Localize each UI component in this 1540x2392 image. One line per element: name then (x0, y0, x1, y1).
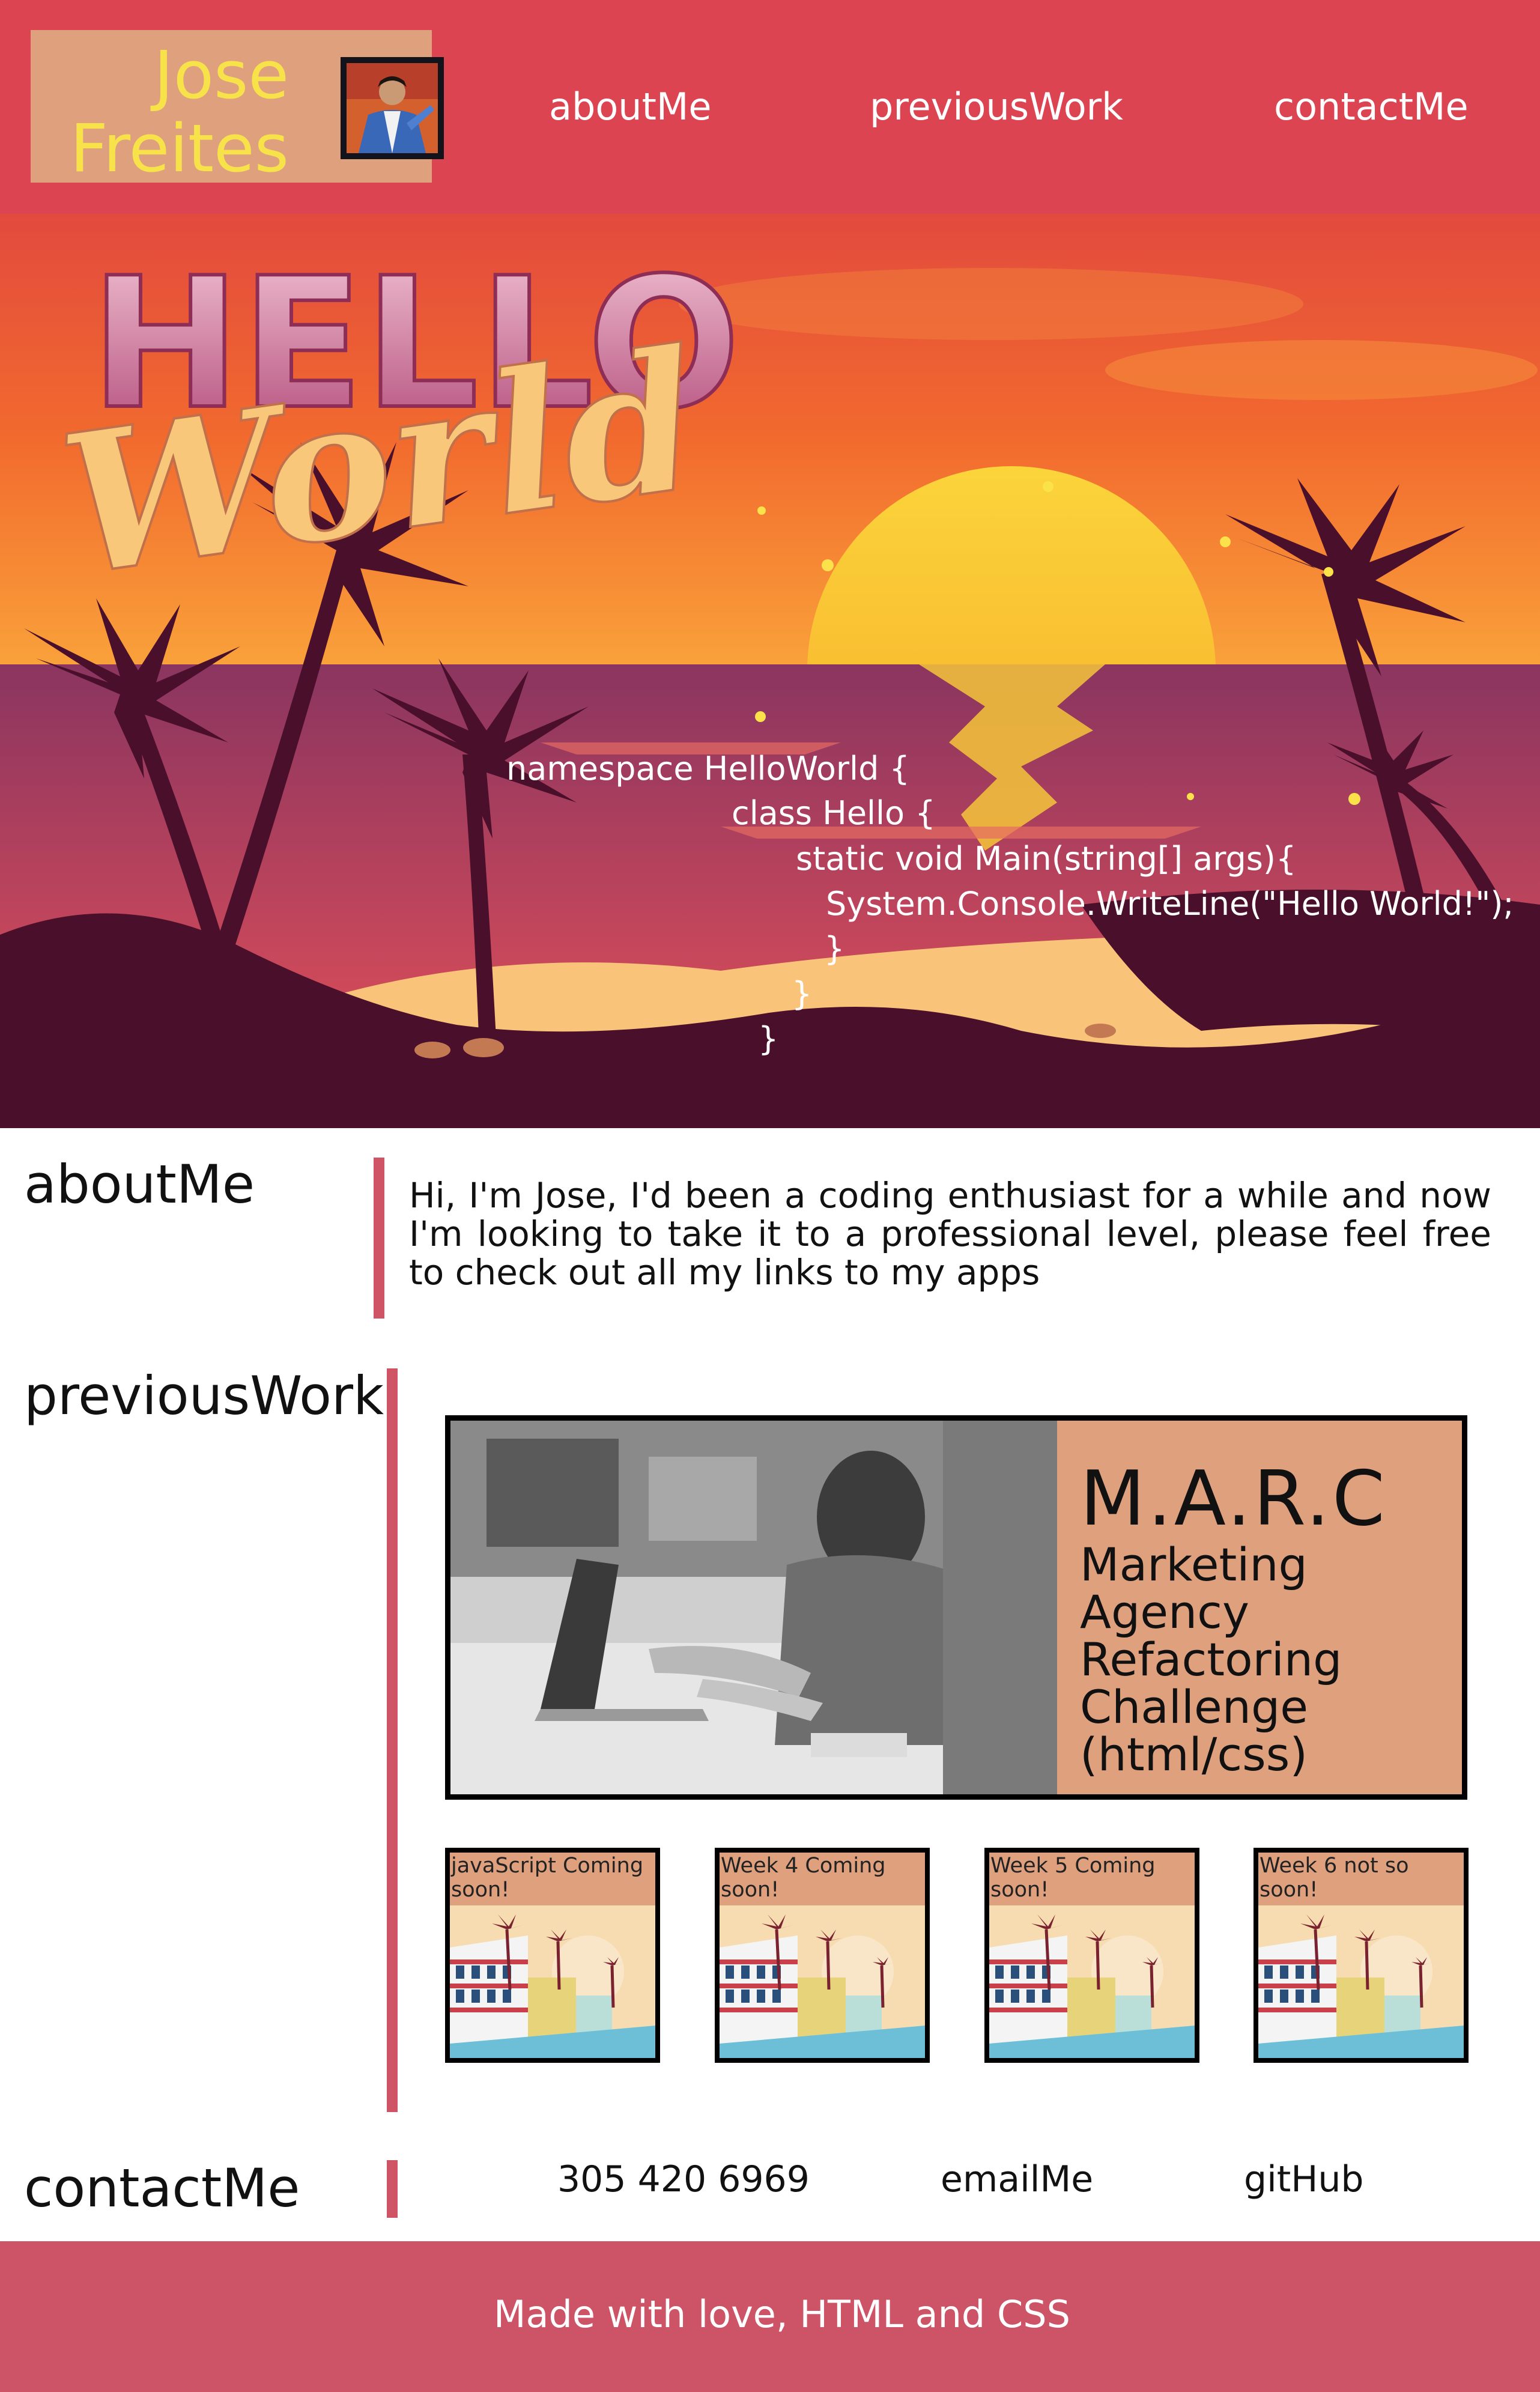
project-card-week-6[interactable]: Week 6 not so soon! (1254, 1848, 1469, 2063)
previous-work-title: previousWork (24, 1365, 384, 1427)
card-label: Week 4 Coming soon! (721, 1854, 886, 1902)
project-info-panel: M.A.R.C Marketing Agency Refactoring Cha… (1057, 1421, 1462, 1794)
contact-me-divider (387, 2160, 398, 2218)
footer-text: Made with love, HTML and CSS (494, 2292, 1070, 2336)
project-title: M.A.R.C (1080, 1454, 1387, 1543)
project-card-week-4[interactable]: Week 4 Coming soon! (715, 1848, 930, 2063)
nav-contact-me[interactable]: contactMe (1274, 84, 1469, 130)
logo-name-last: Freites (70, 110, 289, 187)
code-line-3: static void Main(string[] args){ (796, 840, 1297, 878)
about-me-text: Hi, I'm Jose, I'd been a coding enthusia… (409, 1175, 1491, 1293)
project-desc-line: Refactoring (1080, 1633, 1342, 1686)
code-line-6: } (792, 975, 813, 1013)
about-me-divider (374, 1158, 384, 1319)
miami-street-image (1258, 1905, 1464, 2058)
project-photo (450, 1421, 1057, 1794)
miami-street-image (989, 1905, 1195, 2058)
hero-banner: HELLO World namespace HelloWorld { class… (0, 214, 1540, 1128)
code-line-2: class Hello { (732, 794, 936, 832)
site-footer: Made with love, HTML and CSS (0, 2241, 1540, 2392)
site-header: Jose Freites aboutMe previousWork contac… (0, 0, 1540, 214)
project-card-marc[interactable]: M.A.R.C Marketing Agency Refactoring Cha… (445, 1415, 1467, 1800)
card-label: Week 6 not so soon! (1260, 1854, 1409, 1902)
code-line-1: namespace HelloWorld { (506, 750, 910, 788)
site-logo[interactable]: Jose Freites (31, 30, 444, 185)
logo-name-first: Jose (154, 37, 289, 114)
avatar (341, 57, 444, 159)
nav-about-me[interactable]: aboutMe (549, 84, 712, 130)
contact-me-title: contactMe (24, 2157, 300, 2219)
miami-street-image (450, 1905, 655, 2058)
previous-work-divider (387, 1368, 398, 2112)
project-desc-line: Challenge (1080, 1680, 1308, 1734)
code-line-5: } (824, 930, 845, 968)
contact-github-link[interactable]: gitHub (1244, 2155, 1364, 2203)
card-label: Week 5 Coming soon! (990, 1854, 1156, 1902)
project-card-week-5[interactable]: Week 5 Coming soon! (984, 1848, 1199, 2063)
project-desc-line: (html/css) (1080, 1728, 1308, 1781)
about-me-title: aboutMe (24, 1153, 255, 1215)
office-photo-image (450, 1421, 1057, 1794)
contact-email-link[interactable]: emailMe (941, 2155, 1093, 2203)
avatar-image (347, 63, 438, 153)
code-line-4: System.Console.WriteLine("Hello World!")… (826, 885, 1514, 923)
logo-name: Jose Freites (70, 38, 289, 185)
code-line-7: } (758, 1020, 779, 1058)
card-label: javaScript Coming soon! (451, 1854, 644, 1902)
sunset-beach-illustration: HELLO World (0, 214, 1540, 1128)
project-desc-line: Marketing (1080, 1538, 1308, 1591)
contact-phone[interactable]: 305 420 6969 (557, 2155, 810, 2203)
miami-street-image (720, 1905, 925, 2058)
project-desc-line: Agency (1080, 1585, 1249, 1639)
project-card-javascript[interactable]: javaScript Coming soon! (445, 1848, 660, 2063)
nav-previous-work[interactable]: previousWork (870, 84, 1123, 130)
project-description: Marketing Agency Refactoring Challenge (… (1080, 1541, 1342, 1778)
